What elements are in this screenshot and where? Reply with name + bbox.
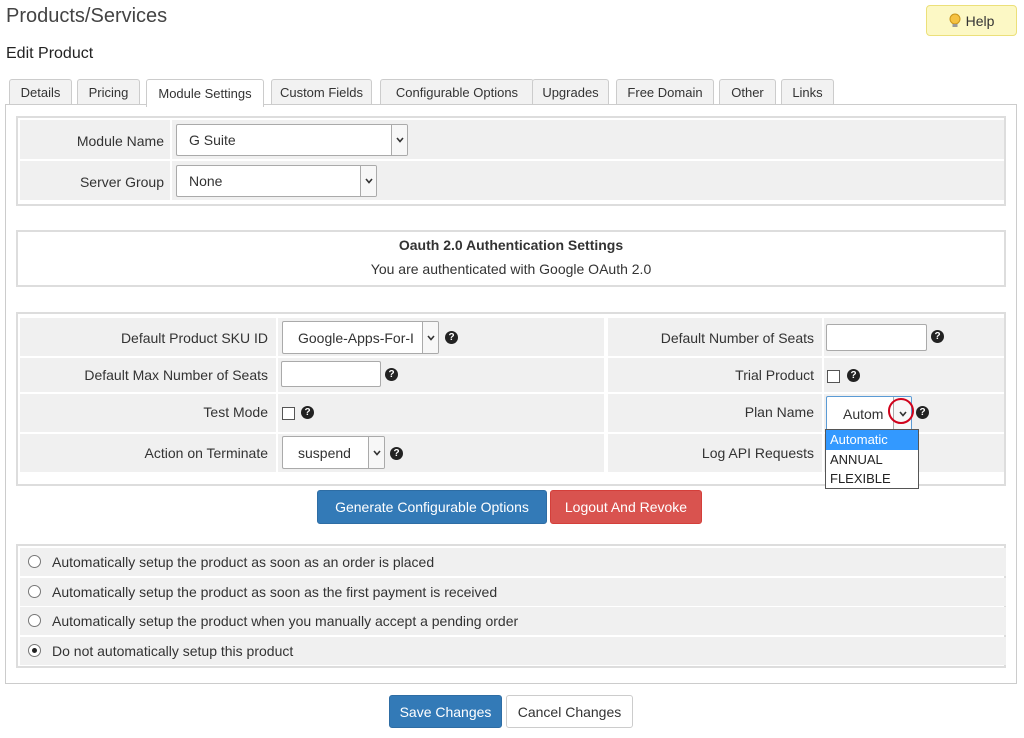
chevron-down-icon [360,166,376,196]
oauth-status: You are authenticated with Google OAuth … [370,261,652,277]
help-question-icon[interactable]: ? [390,447,403,460]
sku-select[interactable]: Google-Apps-For-I [282,321,439,354]
generate-configurable-options-button[interactable]: Generate Configurable Options [317,490,547,524]
setup-option-row[interactable]: Automatically setup the product when you… [20,607,1006,635]
terminate-label: Action on Terminate [144,445,268,461]
module-name-label: Module Name [76,133,164,149]
setup-option-label: Automatically setup the product when you… [52,613,519,629]
page-subtitle: Edit Product [6,45,94,62]
tab-details[interactable]: Details [9,79,72,105]
test-mode-label: Test Mode [203,404,268,420]
num-seats-input[interactable] [826,324,927,351]
trial-checkbox[interactable] [827,370,840,383]
annotation-circle [888,398,914,424]
setup-option-row[interactable]: Do not automatically setup this product [20,637,1006,665]
setup-radio-first-payment[interactable] [28,585,41,598]
terminate-value: suspend [298,444,351,461]
setup-radio-no-auto[interactable] [28,644,41,657]
server-group-value: None [189,173,223,189]
tab-module-settings[interactable]: Module Settings [146,79,264,107]
tab-configurable-options[interactable]: Configurable Options [380,79,534,105]
logout-revoke-button[interactable]: Logout And Revoke [550,490,702,524]
tab-links[interactable]: Links [781,79,834,105]
server-group-select[interactable]: None [176,165,377,197]
terminate-select[interactable]: suspend [282,436,385,469]
test-mode-value-cell [278,394,604,432]
tab-other[interactable]: Other [719,79,776,105]
module-name-value: G Suite [189,132,236,148]
log-api-label: Log API Requests [701,445,814,461]
test-mode-checkbox[interactable] [282,407,295,420]
oauth-box: Oauth 2.0 Authentication Settings You ar… [16,230,1006,287]
plan-label: Plan Name [744,404,814,420]
max-seats-label: Default Max Number of Seats [84,367,268,383]
chevron-down-icon [422,322,438,353]
help-label: Help [965,12,995,29]
plan-option-automatic[interactable]: Automatic [826,430,918,450]
plan-value: Autom [843,405,884,422]
oauth-title: Oauth 2.0 Authentication Settings [398,237,624,253]
tab-upgrades[interactable]: Upgrades [532,79,609,105]
setup-option-row[interactable]: Automatically setup the product as soon … [20,578,1006,606]
sku-label: Default Product SKU ID [120,330,268,346]
plan-dropdown-list: Automatic ANNUAL FLEXIBLE [825,429,919,489]
sku-value: Google-Apps-For-I [298,329,414,346]
plan-option-annual[interactable]: ANNUAL [826,450,918,470]
help-question-icon[interactable]: ? [445,331,458,344]
tab-custom-fields[interactable]: Custom Fields [271,79,372,105]
setup-radio-order-placed[interactable] [28,555,41,568]
help-question-icon[interactable]: ? [847,369,860,382]
chevron-down-icon [368,437,384,468]
setup-radio-manual-accept[interactable] [28,614,41,627]
lightbulb-icon [949,13,961,29]
help-question-icon[interactable]: ? [931,330,944,343]
setup-option-label: Automatically setup the product as soon … [52,584,498,600]
cancel-changes-button[interactable]: Cancel Changes [506,695,633,728]
server-group-label: Server Group [79,174,164,190]
setup-option-label: Automatically setup the product as soon … [52,554,435,570]
setup-option-label: Do not automatically setup this product [52,643,294,659]
module-name-select[interactable]: G Suite [176,124,408,156]
plan-option-flexible[interactable]: FLEXIBLE [826,469,918,489]
setup-options-box: Automatically setup the product as soon … [16,544,1006,668]
chevron-down-icon [391,125,407,155]
help-question-icon[interactable]: ? [916,406,929,419]
page-title: Products/Services [6,5,168,27]
help-question-icon[interactable]: ? [301,406,314,419]
save-changes-button[interactable]: Save Changes [389,695,502,728]
help-question-icon[interactable]: ? [385,368,398,381]
max-seats-input[interactable] [281,361,381,387]
module-box: Module Name G Suite Server Group None [16,116,1006,206]
help-button[interactable]: Help [926,5,1017,36]
trial-label: Trial Product [735,367,814,383]
tab-pricing[interactable]: Pricing [77,79,140,105]
num-seats-label: Default Number of Seats [660,330,814,346]
tab-free-domain[interactable]: Free Domain [616,79,714,105]
setup-option-row[interactable]: Automatically setup the product as soon … [20,548,1006,576]
